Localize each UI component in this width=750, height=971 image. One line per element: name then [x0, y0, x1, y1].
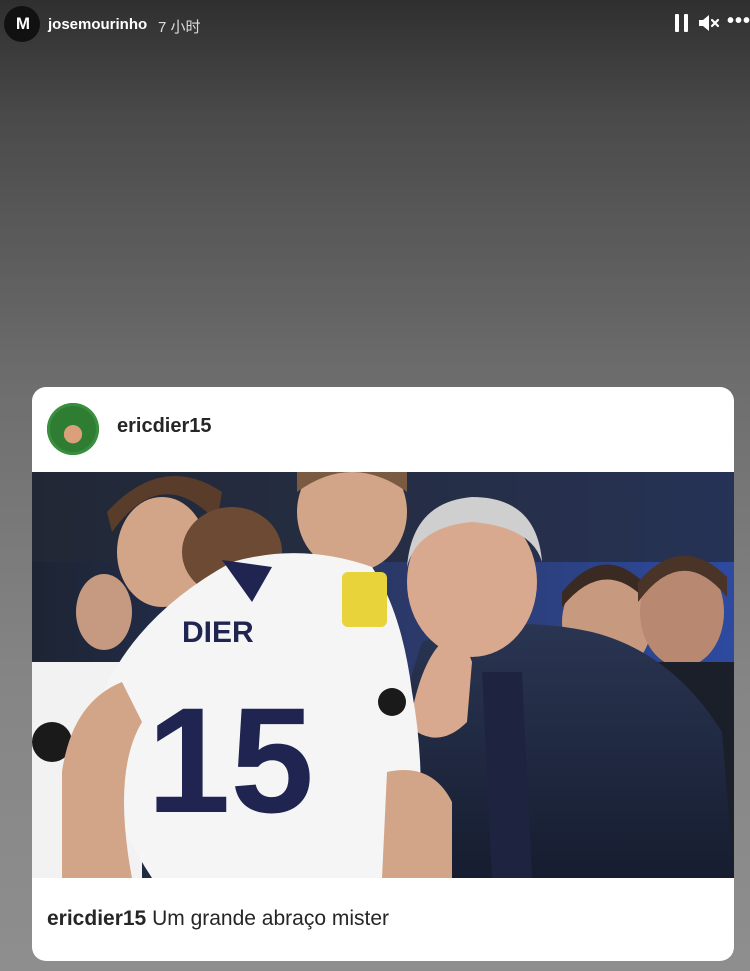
shared-post-username[interactable]: ericdier15	[117, 415, 212, 438]
caption-username[interactable]: ericdier15	[47, 907, 146, 930]
shared-post-card[interactable]: ericdier15 DIER 15 ericdier15 Um grande …	[32, 387, 734, 961]
shared-post-caption: ericdier15 Um grande abraço mister	[47, 907, 389, 931]
shared-post-header: ericdier15	[32, 387, 734, 472]
more-icon[interactable]: •••	[727, 11, 750, 34]
shared-post-avatar[interactable]	[47, 403, 99, 455]
mute-icon[interactable]	[697, 12, 723, 34]
jersey-name: DIER	[182, 616, 254, 649]
story-author-username[interactable]: josemourinho	[48, 16, 147, 33]
caption-text: Um grande abraço mister	[146, 907, 390, 930]
story-header: M josemourinho 7 小时 •••	[0, 0, 750, 50]
story-author-avatar[interactable]: M	[4, 6, 40, 42]
avatar-logo: M	[15, 14, 30, 33]
jersey-number: 15	[147, 676, 314, 844]
story-timestamp: 7 小时	[158, 19, 201, 36]
shared-post-photo: DIER 15	[32, 472, 734, 878]
pause-icon[interactable]	[675, 14, 689, 32]
